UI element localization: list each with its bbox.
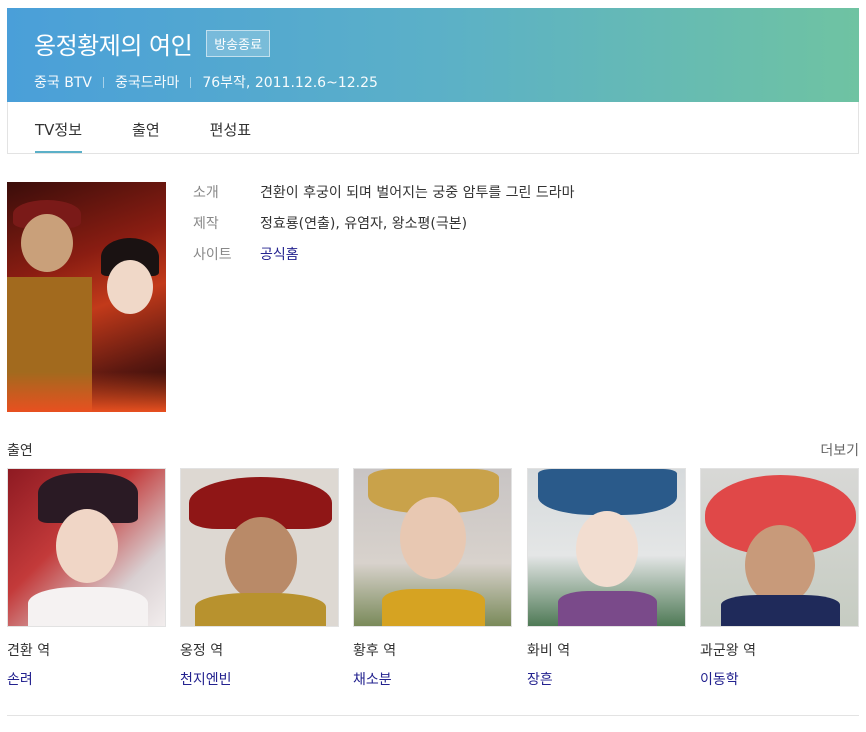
info-row-site: 사이트 공식홈 [193, 244, 575, 275]
info-label-site: 사이트 [193, 247, 232, 263]
info-value-intro: 견환이 후궁이 되며 벌어지는 궁중 암투를 그린 드라마 [260, 185, 575, 201]
cast-actor-link[interactable]: 채소분 [353, 669, 512, 689]
status-badge: 방송종료 [206, 30, 271, 57]
cast-photo[interactable] [7, 468, 166, 627]
cast-photo[interactable] [353, 468, 512, 627]
cast-role: 옹정 역 [180, 643, 224, 659]
cast-role: 과군왕 역 [700, 643, 756, 659]
cast-role: 견환 역 [7, 643, 51, 659]
drama-meta: 중국 BTV 중국드라마 76부작, 2011.12.6~12.25 [34, 72, 859, 92]
poster-image[interactable] [7, 182, 166, 412]
cast-card: 황후 역 채소분 [353, 468, 512, 689]
info-row-intro: 소개 견환이 후궁이 되며 벌어지는 궁중 암투를 그린 드라마 [193, 182, 575, 213]
cast-photo[interactable] [180, 468, 339, 627]
cast-section-title: 출연 [7, 443, 33, 459]
cast-section-header: 출연 더보기 [7, 440, 859, 460]
cast-card: 과군왕 역 이동학 [700, 468, 859, 689]
cast-card: 옹정 역 천지엔빈 [180, 468, 339, 689]
more-cast-link[interactable]: 더보기 [820, 440, 859, 460]
meta-genre: 중국드라마 [114, 75, 180, 91]
cast-card: 화비 역 장흔 [527, 468, 686, 689]
tab-tv-info[interactable]: TV정보 [35, 102, 83, 153]
official-site-link[interactable]: 공식홈 [260, 244, 299, 264]
cast-card: 견환 역 손려 [7, 468, 166, 689]
meta-divider [102, 76, 104, 88]
cast-actor-link[interactable]: 장흔 [527, 669, 686, 689]
meta-divider [190, 76, 192, 88]
drama-title[interactable]: 옹정황제의 여인 [34, 26, 193, 61]
cast-role: 황후 역 [353, 643, 397, 659]
cast-actor-link[interactable]: 손려 [7, 669, 166, 689]
info-label-intro: 소개 [193, 185, 219, 201]
meta-episodes-dates: 76부작, 2011.12.6~12.25 [202, 75, 378, 91]
cast-photo[interactable] [700, 468, 859, 627]
tab-bar: TV정보 출연 편성표 [7, 102, 859, 154]
cast-role: 화비 역 [527, 643, 571, 659]
info-label-production: 제작 [193, 216, 219, 232]
bottom-divider [7, 715, 859, 716]
cast-actor-link[interactable]: 이동학 [700, 669, 859, 689]
cast-photo[interactable] [527, 468, 686, 627]
tab-cast[interactable]: 출연 [132, 102, 160, 153]
drama-header: 옹정황제의 여인 방송종료 중국 BTV 중국드라마 76부작, 2011.12… [7, 8, 859, 102]
info-row-production: 제작 정효룡(연출), 유염자, 왕소평(극본) [193, 213, 575, 244]
cast-actor-link[interactable]: 천지엔빈 [180, 669, 339, 689]
drama-info: 소개 견환이 후궁이 되며 벌어지는 궁중 암투를 그린 드라마 제작 정효룡(… [193, 182, 575, 275]
tab-schedule[interactable]: 편성표 [210, 102, 251, 153]
meta-broadcaster: 중국 BTV [34, 75, 92, 91]
info-value-production: 정효룡(연출), 유염자, 왕소평(극본) [260, 216, 468, 232]
